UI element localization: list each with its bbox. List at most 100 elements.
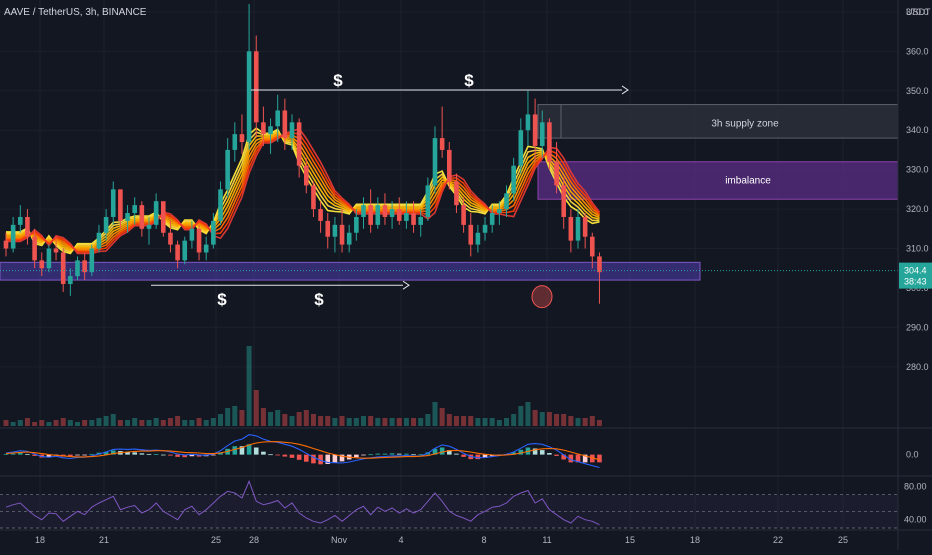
price-tick-label: 360.0 [906, 46, 929, 56]
candle-body [211, 220, 216, 245]
volume-bar [554, 414, 560, 426]
candle-body [354, 216, 359, 233]
volume-bar [575, 418, 581, 426]
candle-body [139, 205, 145, 229]
candle-body [461, 205, 466, 225]
chart-root[interactable]: 3h supply zone imbalance $ $ $ $ 370.0 360.0 3… [0, 0, 932, 550]
volume-bar [468, 416, 474, 426]
macd-histogram-bar [461, 454, 466, 457]
currency-label: USDT [906, 7, 931, 17]
macd-histogram-bar [361, 454, 366, 456]
macd-histogram-bar [539, 450, 545, 455]
imbalance-zone-label: imbalance [725, 176, 771, 187]
volume-bar [496, 420, 502, 426]
volume-bar [596, 420, 602, 426]
volume-bar [253, 390, 259, 426]
candle-body [539, 122, 545, 146]
volume-bar [139, 420, 145, 426]
candle-body [118, 189, 123, 221]
candle-body [68, 276, 73, 285]
price-tick-label: 310.0 [906, 244, 929, 254]
candle-body [218, 189, 223, 221]
candle-body [3, 240, 9, 249]
candle-body [46, 248, 52, 269]
macd-histogram-bar [439, 447, 445, 455]
candle-body [454, 181, 459, 206]
macd-histogram-bar [296, 454, 302, 460]
candle-body [532, 114, 538, 146]
rsi-tick-label: 80.00 [904, 481, 927, 491]
volume-bar [418, 418, 424, 426]
last-price-value: 304.4 [904, 266, 927, 276]
volume-bar [346, 418, 352, 426]
volume-bar [196, 418, 202, 426]
candle-body [18, 216, 23, 225]
macd-histogram-bar [597, 454, 602, 463]
candle-body [75, 260, 80, 277]
supply-zone-label: 3h supply zone [711, 118, 779, 129]
macd-histogram-bar [554, 454, 559, 456]
candle-body [511, 165, 516, 194]
trading-chart[interactable]: 3h supply zoneimbalance $ $$ $ 370.0360.03… [0, 0, 932, 550]
volume-bar [210, 418, 216, 426]
volume-bar [382, 418, 388, 426]
candle-body [597, 256, 602, 273]
candle-body [125, 213, 130, 221]
volume-bar [3, 420, 9, 426]
candle-body [168, 232, 173, 245]
demand-zone-box [0, 261, 701, 281]
candle-body [504, 193, 509, 210]
volume-bar [375, 418, 381, 426]
candle-body [318, 209, 323, 221]
volume-bar [518, 406, 524, 426]
volume-bar [389, 418, 395, 426]
macd-histogram-bar [3, 453, 9, 455]
macd-histogram-bar [18, 453, 23, 455]
volume-bar [46, 422, 52, 426]
macd-histogram-bar [75, 454, 80, 456]
volume-bar [482, 418, 488, 426]
volume-bar [310, 414, 316, 426]
candle-body [447, 149, 452, 182]
candle-body [389, 209, 395, 217]
volume-bar [303, 410, 309, 426]
candle-body [561, 185, 566, 217]
volume-bar [89, 420, 95, 426]
volume-bar [60, 418, 66, 426]
volume-bar [175, 416, 181, 426]
time-tick-label: 22 [773, 535, 783, 545]
candle-body [332, 224, 338, 237]
volume-bar [339, 416, 345, 426]
candle-body [518, 130, 524, 166]
candle-body [525, 114, 531, 131]
candle-body [375, 205, 381, 225]
time-tick-label: Nov [331, 535, 348, 545]
volume-bar [75, 422, 80, 426]
time-tick-label: 18 [35, 535, 45, 545]
volume-bar [539, 412, 545, 426]
macd-histogram-bar [332, 454, 338, 463]
macd-histogram-bar [10, 453, 16, 455]
volume-bar [289, 416, 295, 426]
candle-body [346, 232, 352, 245]
candle-body [89, 248, 95, 273]
volume-bar [446, 414, 452, 426]
volume-bar [225, 408, 231, 426]
candle-body [296, 122, 302, 166]
candle-body [289, 122, 295, 139]
volume-bar [511, 414, 517, 426]
candle-body [325, 220, 331, 237]
price-tick-label: 350.0 [906, 86, 929, 96]
candle-body [311, 185, 316, 210]
volume-bar [453, 416, 459, 426]
candle-body [411, 213, 416, 225]
candle-body [382, 205, 388, 217]
price-tick-label: 280.0 [906, 362, 929, 372]
time-tick-label: 25 [211, 535, 221, 545]
candle-body [432, 138, 438, 186]
volume-bar [117, 420, 123, 426]
macd-histogram-bar [304, 454, 309, 462]
macd-histogram-bar [139, 453, 145, 455]
candle-body [404, 213, 409, 221]
volume-bar [353, 418, 359, 426]
